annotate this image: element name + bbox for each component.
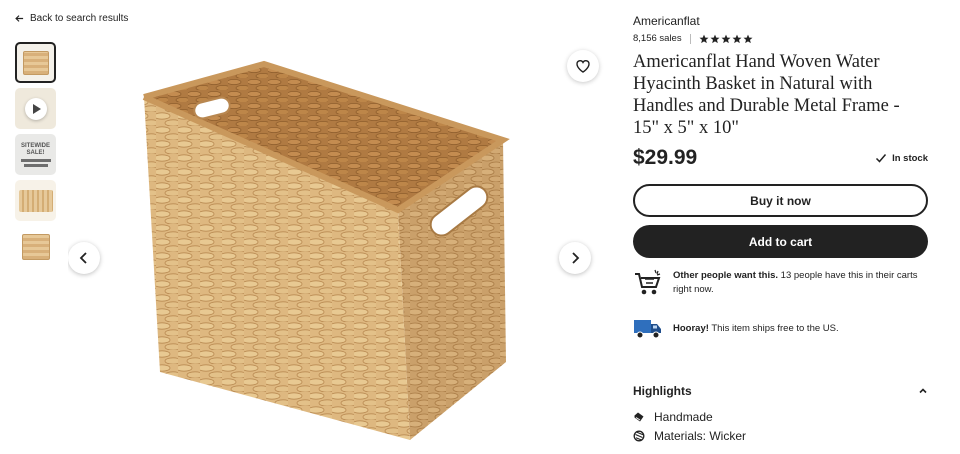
chevron-up-icon <box>919 388 927 394</box>
sales-count: 8,156 sales <box>633 33 682 44</box>
sale-text-2: SALE! <box>26 149 45 156</box>
price-row: $29.99 In stock <box>633 146 928 170</box>
thumbnail-1[interactable] <box>15 42 56 83</box>
highlights-toggle[interactable]: Highlights <box>633 384 928 398</box>
back-to-search-link[interactable]: Back to search results <box>15 13 128 24</box>
shipping-notice: Hooray! This item ships free to the US. <box>633 317 928 341</box>
next-image-button[interactable] <box>559 242 591 274</box>
add-to-cart-button[interactable]: Add to cart <box>633 225 928 258</box>
heart-icon <box>576 60 590 73</box>
highlights-heading: Highlights <box>633 384 692 398</box>
stock-status: In stock <box>875 152 928 164</box>
thumbnail-video[interactable] <box>15 88 56 129</box>
demand-text: Other people want this. 13 people have t… <box>673 269 928 297</box>
chevron-right-icon <box>572 252 580 264</box>
favorite-button[interactable] <box>567 50 599 82</box>
basket-image <box>142 60 510 440</box>
thumbnail-strip: SITEWIDE SALE! <box>15 42 57 272</box>
truck-icon <box>633 317 663 341</box>
star-icon <box>710 34 720 43</box>
divider <box>689 33 691 44</box>
highlight-handmade: Handmade <box>633 410 713 424</box>
checkmark-icon <box>876 154 887 163</box>
previous-image-button[interactable] <box>68 242 100 274</box>
back-link-label: Back to search results <box>30 13 129 24</box>
cart-icon <box>633 269 663 297</box>
star-icon <box>699 34 709 43</box>
sale-bar <box>20 158 51 162</box>
shop-name-link[interactable]: Americanflat <box>633 14 928 28</box>
highlight-materials: Materials: Wicker <box>633 429 746 443</box>
sale-text-1: SITEWIDE <box>20 142 50 149</box>
shipping-detail: This item ships free to the US. <box>708 323 839 334</box>
chevron-left-icon <box>79 252 87 264</box>
sale-bar <box>23 163 48 167</box>
price: $29.99 <box>633 146 698 169</box>
thumbnail-image <box>18 189 53 212</box>
star-icon <box>743 34 753 43</box>
stock-label: In stock <box>892 152 928 164</box>
star-icon <box>732 34 742 43</box>
arrow-left-icon <box>15 15 24 22</box>
thumbnail-image <box>21 233 50 260</box>
thumbnail-image <box>22 50 49 75</box>
materials-icon <box>633 430 645 442</box>
product-title: Americanflat Hand Woven Water Hyacinth B… <box>633 52 900 138</box>
highlight-label: Materials: Wicker <box>654 429 747 443</box>
product-info-panel: Americanflat 8,156 sales Americanflat Ha… <box>633 14 928 341</box>
demand-bold: Other people want this. <box>673 270 779 281</box>
hand-icon <box>634 412 644 422</box>
demand-notice: Other people want this. 13 people have t… <box>633 269 928 297</box>
highlight-label: Handmade <box>654 410 713 424</box>
play-icon <box>24 97 47 120</box>
shipping-text: Hooray! This item ships free to the US. <box>673 322 839 336</box>
main-product-image[interactable] <box>68 42 598 454</box>
thumbnail-4[interactable] <box>15 180 56 221</box>
rating-stars[interactable] <box>699 34 753 44</box>
buy-it-now-button[interactable]: Buy it now <box>633 184 928 217</box>
thumbnail-5[interactable] <box>15 226 56 267</box>
star-icon <box>721 34 731 43</box>
shop-meta: 8,156 sales <box>633 33 928 44</box>
shipping-bold: Hooray! <box>673 323 709 334</box>
thumbnail-sale[interactable]: SITEWIDE SALE! <box>15 134 56 175</box>
